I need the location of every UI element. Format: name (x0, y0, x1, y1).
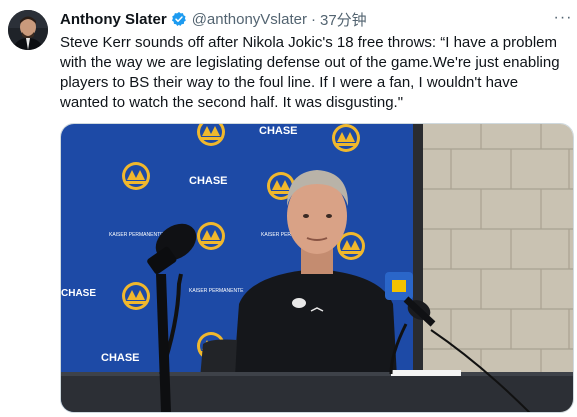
backdrop-sponsor-text: CHASE (61, 288, 96, 299)
header-separator: · (310, 10, 316, 28)
tweet-video[interactable]: CHASE CHASE CHASE CHASE KAISER PERMANENT… (60, 123, 574, 413)
avatar[interactable] (8, 10, 48, 50)
backdrop-sponsor-text: CHASE (101, 352, 140, 364)
press-table (61, 374, 573, 412)
backdrop-sponsor-text: CHASE (259, 125, 298, 137)
backdrop-sponsor-text: CHASE (189, 175, 228, 187)
backdrop-partner-text: KAISER PERMANENTE (189, 288, 244, 294)
tweet-header: Anthony Slater @anthonyVslater · 37分钟 (60, 9, 367, 29)
tweet-text: Steve Kerr sounds off after Nikola Jokic… (60, 34, 560, 111)
author-handle[interactable]: @anthonyVslater (192, 11, 307, 28)
backdrop-partner-text: KAISER PERMANENTE (109, 232, 164, 238)
more-options-icon[interactable]: ··· (553, 8, 573, 28)
tweet-timestamp[interactable]: 37分钟 (320, 9, 367, 30)
author-name[interactable]: Anthony Slater (60, 11, 167, 28)
verified-badge-icon (171, 11, 187, 27)
